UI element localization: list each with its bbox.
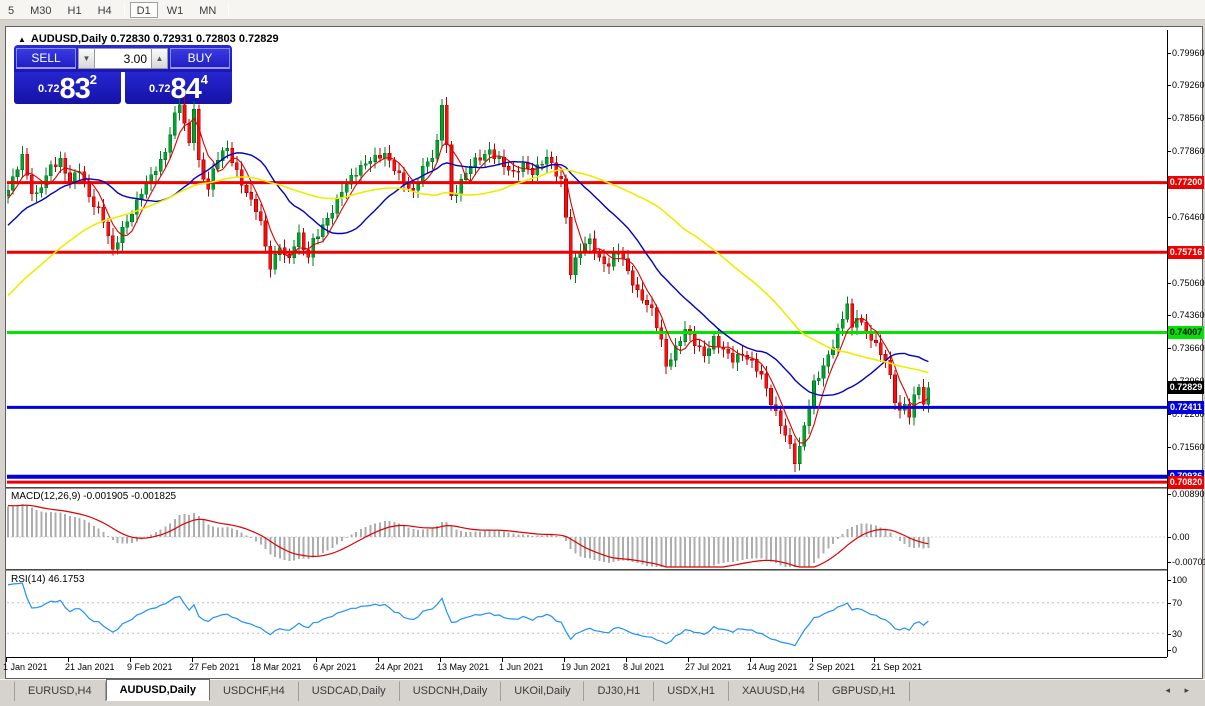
timeframe-button-w1[interactable]: W1 bbox=[160, 2, 191, 18]
macd-tick-label: -0.00701 bbox=[1172, 557, 1204, 567]
price-tick-mark bbox=[1167, 447, 1171, 448]
rsi-tick-label: 0 bbox=[1172, 645, 1204, 655]
timeframe-button-5[interactable]: 5 bbox=[1, 2, 21, 18]
date-label: 21 Jan 2021 bbox=[65, 662, 115, 672]
macd-tick-label: 0.00 bbox=[1172, 532, 1204, 542]
date-label: 18 Mar 2021 bbox=[251, 662, 302, 672]
rsi-tick-mark bbox=[1167, 650, 1171, 651]
macd-tick-mark bbox=[1167, 562, 1171, 563]
chart-tab-xauusd[interactable]: XAUUSD,H4 bbox=[729, 681, 819, 701]
price-tick-mark bbox=[1167, 348, 1171, 349]
price-tick-label: 0.73660 bbox=[1172, 343, 1204, 353]
price-tick-mark bbox=[1167, 53, 1171, 54]
price-tick-mark bbox=[1167, 283, 1171, 284]
date-label: 27 Jul 2021 bbox=[685, 662, 732, 672]
price-tick-label: 0.79960 bbox=[1172, 48, 1204, 58]
chart-tab-dj30[interactable]: DJ30,H1 bbox=[584, 681, 654, 701]
tab-scroll-arrows: ◂ ▸ bbox=[1165, 685, 1195, 696]
price-tick-mark bbox=[1167, 151, 1171, 152]
price-tick-label: 0.76460 bbox=[1172, 212, 1204, 222]
date-label: 21 Sep 2021 bbox=[871, 662, 922, 672]
rsi-tick-mark bbox=[1167, 634, 1171, 635]
date-axis: 1 Jan 2021 21 Jan 2021 9 Feb 2021 27 Feb 20… bbox=[6, 657, 1167, 678]
date-label: 14 Aug 2021 bbox=[747, 662, 798, 672]
chart-tab-usdchf[interactable]: USDCHF,H4 bbox=[210, 681, 299, 701]
rsi-pane[interactable] bbox=[7, 571, 1167, 656]
price-tick-label: 0.71560 bbox=[1172, 442, 1204, 452]
rsi-tick-label: 100 bbox=[1172, 575, 1204, 585]
timeframe-toolbar: 5M30H1H4 D1W1MN bbox=[0, 0, 1205, 20]
macd-tick-label: 0.00890 bbox=[1172, 489, 1204, 499]
date-label: 1 Jan 2021 bbox=[3, 662, 48, 672]
rsi-tick-mark bbox=[1167, 580, 1171, 581]
chart-tab-usdx[interactable]: USDX,H1 bbox=[654, 681, 729, 701]
price-tick-mark bbox=[1167, 315, 1171, 316]
chart-tab-audusd[interactable]: AUDUSD,Daily bbox=[106, 679, 210, 701]
macd-pane[interactable] bbox=[7, 489, 1167, 569]
price-tick-mark bbox=[1167, 217, 1171, 218]
rsi-label: RSI(14) 46.1753 bbox=[11, 574, 84, 585]
rsi-tick-label: 70 bbox=[1172, 598, 1204, 608]
timeframe-button-h1[interactable]: H1 bbox=[61, 2, 89, 18]
chart-tab-usdcnh[interactable]: USDCNH,Daily bbox=[400, 681, 502, 701]
date-label: 8 Jul 2021 bbox=[623, 662, 665, 672]
tab-scroll-left-icon[interactable]: ◂ bbox=[1165, 685, 1176, 695]
current-price-badge: 0.72829 bbox=[1168, 381, 1204, 394]
mt4-terminal: 5M30H1H4D1W1MN ▲AUDUSD,Daily 0.72830 0.7… bbox=[0, 0, 1205, 706]
chart-tab-bar: EURUSD,H4AUDUSD,DailyUSDCHF,H4USDCAD,Dai… bbox=[0, 679, 1205, 701]
timeframe-button-d1[interactable]: D1 bbox=[130, 2, 158, 18]
price-level-badge: 0.72411 bbox=[1168, 401, 1204, 414]
price-level-badge: 0.70820 bbox=[1168, 476, 1204, 489]
toolbar-separator bbox=[124, 3, 125, 17]
macd-label: MACD(12,26,9) -0.001905 -0.001825 bbox=[11, 491, 176, 502]
date-label: 19 Jun 2021 bbox=[561, 662, 611, 672]
price-chart-pane[interactable] bbox=[7, 30, 1167, 486]
price-tick-label: 0.79260 bbox=[1172, 80, 1204, 90]
timeframe-button-mn[interactable]: MN bbox=[192, 2, 223, 18]
rsi-tick-label: 30 bbox=[1172, 629, 1204, 639]
price-level-badge: 0.77200 bbox=[1168, 176, 1204, 189]
price-tick-mark bbox=[1167, 85, 1171, 86]
price-tick-mark bbox=[1167, 118, 1171, 119]
price-tick-label: 0.75060 bbox=[1172, 278, 1204, 288]
date-label: 9 Feb 2021 bbox=[127, 662, 173, 672]
price-tick-label: 0.77860 bbox=[1172, 146, 1204, 156]
timeframe-button-m30[interactable]: M30 bbox=[23, 2, 58, 18]
date-label: 2 Sep 2021 bbox=[809, 662, 855, 672]
date-label: 13 May 2021 bbox=[437, 662, 489, 672]
chart-tab-ukoil[interactable]: UKOil,Daily bbox=[501, 681, 584, 701]
tab-scroll-right-icon[interactable]: ▸ bbox=[1176, 685, 1195, 695]
rsi-tick-mark bbox=[1167, 603, 1171, 604]
macd-tick-mark bbox=[1167, 494, 1171, 495]
price-tick-label: 0.78560 bbox=[1172, 113, 1204, 123]
price-level-badge: 0.74007 bbox=[1168, 326, 1204, 339]
timeframe-button-h4[interactable]: H4 bbox=[91, 2, 119, 18]
date-label: 6 Apr 2021 bbox=[313, 662, 357, 672]
toolbar-separator bbox=[228, 3, 229, 17]
price-tick-mark bbox=[1167, 414, 1171, 415]
price-tick-label: 0.74360 bbox=[1172, 310, 1204, 320]
macd-tick-mark bbox=[1167, 537, 1171, 538]
date-label: 24 Apr 2021 bbox=[375, 662, 424, 672]
chart-tab-eurusd[interactable]: EURUSD,H4 bbox=[14, 681, 106, 701]
date-label: 27 Feb 2021 bbox=[189, 662, 240, 672]
date-label: 1 Jun 2021 bbox=[499, 662, 544, 672]
price-level-badge: 0.75716 bbox=[1168, 246, 1204, 259]
chart-tab-gbpusd[interactable]: GBPUSD,H1 bbox=[819, 681, 910, 701]
chart-tab-usdcad[interactable]: USDCAD,Daily bbox=[299, 681, 400, 701]
